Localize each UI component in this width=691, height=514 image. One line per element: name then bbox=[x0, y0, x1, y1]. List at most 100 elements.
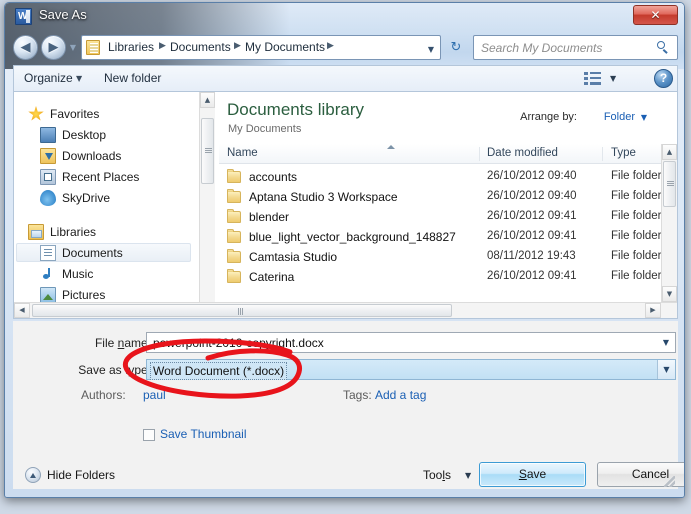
tags-value[interactable]: Add a tag bbox=[375, 388, 426, 402]
navigation-pane: Favorites Desktop Downloads Recent Place… bbox=[14, 92, 199, 318]
recent-locations-chevron-icon[interactable]: ▼ bbox=[68, 43, 78, 53]
date-modified-cell: 26/10/2012 09:40 bbox=[487, 190, 577, 202]
breadcrumb-separator-icon[interactable]: ▶ bbox=[159, 41, 166, 51]
star-icon bbox=[28, 106, 44, 121]
folder-icon bbox=[227, 209, 241, 223]
sidebar-item-libraries[interactable]: Libraries bbox=[14, 222, 199, 242]
scroll-up-arrow-icon[interactable]: ▲ bbox=[662, 144, 677, 160]
sidebar-item-label: Desktop bbox=[62, 128, 107, 142]
file-name-cell: blender bbox=[249, 210, 290, 224]
library-title: Documents library bbox=[227, 100, 364, 119]
table-row[interactable]: Aptana Studio 3 Workspace 26/10/2012 09:… bbox=[219, 188, 677, 207]
save-thumbnail-checkbox[interactable] bbox=[143, 429, 155, 441]
folder-icon bbox=[227, 169, 241, 183]
folder-icon bbox=[227, 269, 241, 283]
save-thumbnail-label[interactable]: Save Thumbnail bbox=[160, 427, 247, 441]
type-cell: File folder bbox=[611, 210, 662, 222]
download-icon bbox=[40, 148, 56, 164]
type-cell: File folder bbox=[611, 170, 662, 182]
table-row[interactable]: blender 26/10/2012 09:41 File folder bbox=[219, 208, 677, 227]
breadcrumb-separator-icon[interactable]: ▶ bbox=[234, 41, 241, 51]
desktop-icon bbox=[40, 127, 56, 143]
hide-folders-icon[interactable] bbox=[25, 467, 41, 483]
authors-label: Authors: bbox=[81, 388, 126, 402]
table-row[interactable]: accounts 26/10/2012 09:40 File folder bbox=[219, 168, 677, 187]
tools-button[interactable]: Tools bbox=[423, 468, 451, 482]
forward-button[interactable]: ▶ bbox=[41, 35, 66, 60]
file-name-cell: blue_light_vector_background_148827 bbox=[249, 230, 456, 244]
table-row[interactable]: Caterina 26/10/2012 09:41 File folder bbox=[219, 268, 677, 287]
breadcrumb-my-documents[interactable]: My Documents bbox=[245, 40, 325, 54]
address-dropdown-chevron-icon[interactable]: ▼ bbox=[428, 45, 434, 54]
column-divider[interactable] bbox=[602, 147, 603, 161]
folder-icon bbox=[227, 189, 241, 203]
address-bar[interactable]: Libraries ▶ Documents ▶ My Documents ▶ ▼ bbox=[81, 35, 441, 60]
table-row[interactable]: Camtasia Studio 08/11/2012 19:43 File fo… bbox=[219, 248, 677, 267]
file-list-vertical-scrollbar[interactable]: ▲ ▼ bbox=[661, 144, 677, 302]
tools-chevron-down-icon[interactable]: ▼ bbox=[465, 471, 471, 480]
document-icon bbox=[40, 245, 56, 261]
sidebar-item-label: Downloads bbox=[62, 149, 122, 163]
sidebar-item-skydrive[interactable]: SkyDrive bbox=[14, 188, 199, 208]
save-form: File name: powerpoint-2010-copyright.doc… bbox=[13, 321, 684, 489]
file-name-dropdown-button[interactable] bbox=[657, 333, 675, 352]
column-divider[interactable] bbox=[479, 147, 480, 161]
file-list-scrollbar-thumb[interactable] bbox=[663, 161, 676, 207]
sidebar-item-documents[interactable]: Documents bbox=[14, 243, 199, 263]
date-modified-cell: 26/10/2012 09:40 bbox=[487, 170, 577, 182]
title-bar: W Save As bbox=[5, 3, 684, 31]
sidebar-item-label: Music bbox=[62, 267, 94, 281]
scroll-up-arrow-icon[interactable]: ▲ bbox=[200, 92, 215, 108]
type-cell: File folder bbox=[611, 230, 662, 242]
breadcrumb-libraries[interactable]: Libraries bbox=[108, 40, 154, 54]
file-name-input[interactable]: powerpoint-2010-copyright.docx bbox=[146, 332, 676, 353]
command-toolbar: Organize ▼ New folder ▼ bbox=[13, 65, 678, 91]
sidebar-item-favorites[interactable]: Favorites bbox=[14, 104, 199, 124]
search-icon[interactable] bbox=[656, 40, 670, 54]
new-folder-button[interactable]: New folder bbox=[104, 71, 161, 85]
hide-folders-button[interactable]: Hide Folders bbox=[47, 468, 115, 482]
tags-label: Tags: bbox=[343, 388, 372, 402]
navigation-pane-scrollbar[interactable]: ▲ ▼ bbox=[199, 92, 215, 318]
horizontal-scrollbar-thumb[interactable] bbox=[32, 304, 452, 317]
arrange-by-value[interactable]: Folder bbox=[604, 111, 635, 123]
search-input[interactable]: Search My Documents bbox=[473, 35, 678, 60]
arrange-chevron-down-icon[interactable]: ▼ bbox=[641, 113, 647, 122]
column-header-name[interactable]: Name bbox=[227, 147, 258, 159]
scroll-down-arrow-icon[interactable]: ▼ bbox=[662, 286, 677, 302]
organize-chevron-down-icon[interactable]: ▼ bbox=[76, 74, 82, 83]
breadcrumb-separator-icon[interactable]: ▶ bbox=[327, 41, 334, 51]
close-button[interactable] bbox=[633, 5, 678, 25]
sidebar-item-desktop[interactable]: Desktop bbox=[14, 125, 199, 145]
sidebar-item-music[interactable]: Music bbox=[14, 264, 199, 284]
picture-icon bbox=[40, 287, 56, 303]
help-icon[interactable] bbox=[654, 69, 673, 88]
navigation-scrollbar-thumb[interactable] bbox=[201, 118, 214, 184]
sidebar-item-downloads[interactable]: Downloads bbox=[14, 146, 199, 166]
change-view-icon[interactable] bbox=[584, 71, 601, 86]
resize-grip[interactable] bbox=[664, 476, 675, 487]
back-button[interactable]: ◀ bbox=[13, 35, 38, 60]
save-as-type-dropdown-button[interactable] bbox=[657, 360, 675, 379]
sidebar-item-recent-places[interactable]: Recent Places bbox=[14, 167, 199, 187]
column-header-date-modified[interactable]: Date modified bbox=[487, 147, 558, 159]
file-name-cell: accounts bbox=[249, 170, 298, 184]
folder-icon bbox=[86, 40, 100, 55]
view-chevron-down-icon[interactable]: ▼ bbox=[610, 74, 616, 83]
save-as-type-dropdown[interactable]: Word Document (*.docx) bbox=[146, 359, 676, 380]
search-placeholder: Search My Documents bbox=[481, 41, 603, 55]
address-bar-row: ◀ ▶ ▼ Libraries ▶ Documents ▶ My Documen… bbox=[5, 33, 684, 63]
breadcrumb-documents[interactable]: Documents bbox=[170, 40, 231, 54]
file-list-horizontal-scrollbar[interactable]: ◀ ▶ bbox=[14, 302, 677, 318]
column-header-type[interactable]: Type bbox=[611, 147, 636, 159]
file-name-label: File name: bbox=[94, 336, 151, 350]
refresh-icon[interactable]: ↻ bbox=[445, 36, 467, 59]
authors-value[interactable]: paul bbox=[143, 388, 166, 402]
sidebar-item-label: Libraries bbox=[50, 225, 97, 239]
scroll-right-arrow-icon[interactable]: ▶ bbox=[645, 303, 661, 318]
library-icon bbox=[28, 224, 44, 240]
scroll-left-arrow-icon[interactable]: ◀ bbox=[14, 303, 30, 318]
organize-button[interactable]: Organize bbox=[24, 71, 73, 85]
table-row[interactable]: blue_light_vector_background_148827 26/1… bbox=[219, 228, 677, 247]
save-button[interactable]: Save bbox=[479, 462, 586, 487]
